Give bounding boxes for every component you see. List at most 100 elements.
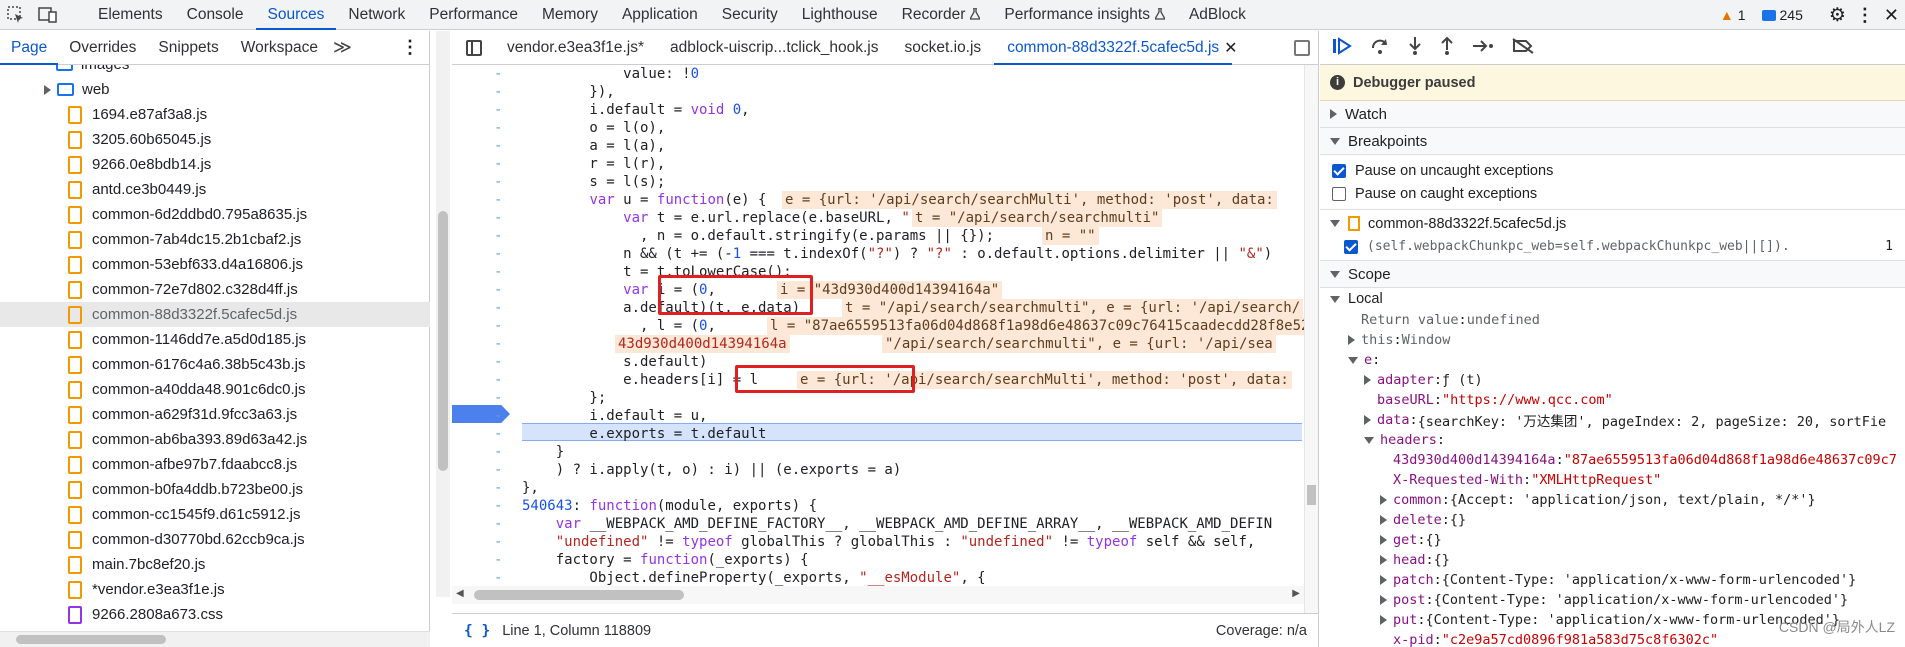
scope-variable[interactable]: get: {} [1320, 530, 1905, 550]
line-gutter[interactable]: - [494, 155, 502, 173]
scope-variable[interactable]: adapter: ƒ (t) [1320, 370, 1905, 390]
pretty-print-icon[interactable]: { } [464, 623, 490, 639]
panel-tab-application[interactable]: Application [610, 0, 710, 30]
deactivate-breakpoints-icon[interactable] [1512, 37, 1534, 58]
breakpoint-file-row[interactable]: common-88d3322f.5cafec5d.js [1330, 212, 1905, 235]
editor-vertical-scrollbar[interactable] [1304, 65, 1318, 613]
editor-tab[interactable]: common-88d3322f.5cafec5d.js [994, 31, 1233, 65]
file-tree-item[interactable]: common-7ab4dc15.2b1cbaf2.js [0, 227, 430, 252]
file-tree-item[interactable]: 9266.0e8bdb14.js [0, 152, 430, 177]
file-tree-item[interactable]: 9266.2808a673.css [0, 602, 430, 627]
line-gutter[interactable]: - [494, 371, 502, 389]
navigator-horizontal-scrollbar[interactable] [0, 631, 430, 647]
scope-variable[interactable]: post: {Content-Type: 'application/x-www-… [1320, 590, 1905, 610]
line-gutter[interactable]: - [494, 425, 502, 443]
panel-tab-sources[interactable]: Sources [255, 0, 337, 30]
device-toolbar-icon[interactable] [32, 0, 64, 30]
line-gutter[interactable]: - [494, 353, 502, 371]
line-gutter[interactable]: - [494, 461, 502, 479]
pause-uncaught-checkbox[interactable] [1332, 163, 1346, 178]
gear-icon[interactable]: ⚙ [1829, 4, 1846, 27]
panel-tab-security[interactable]: Security [710, 0, 790, 30]
line-gutter[interactable]: - [494, 515, 502, 533]
line-gutter[interactable]: - [494, 497, 502, 515]
messages-count[interactable]: 245 [1780, 7, 1803, 23]
file-tree-item[interactable]: common-cc1545f9.d61c5912.js [0, 502, 430, 527]
line-gutter[interactable]: - [494, 263, 502, 281]
warning-count[interactable]: 1 [1738, 7, 1746, 23]
scope-variable[interactable]: 43d930d400d14394164a: "87ae6559513fa06d0… [1320, 450, 1905, 470]
file-tree-item[interactable]: main.7bc8ef20.js [0, 552, 430, 577]
warning-icon[interactable]: ▲ [1720, 7, 1734, 23]
editor-horizontal-scrollbar[interactable]: ◀ ▶ [452, 586, 1304, 604]
coverage-status[interactable]: Coverage: n/a [1216, 623, 1307, 639]
close-tab-icon[interactable]: ✕ [1224, 38, 1237, 58]
pause-uncaught-row[interactable]: Pause on uncaught exceptions [1332, 159, 1905, 182]
scope-variable[interactable]: X-Requested-With: "XMLHttpRequest" [1320, 470, 1905, 490]
nav-tab-page[interactable]: Page [0, 31, 59, 65]
panel-tab-performance-insights[interactable]: Performance insights [992, 0, 1177, 30]
line-gutter[interactable]: - [494, 191, 502, 209]
breakpoint-entry[interactable]: (self.webpackChunkpc_web=self.webpackChu… [1330, 235, 1905, 258]
scope-variable[interactable]: data: {searchKey: '万达集团', pageIndex: 2, … [1320, 410, 1905, 430]
step-out-icon[interactable] [1440, 36, 1454, 60]
line-gutter[interactable]: - [494, 299, 502, 317]
file-tree-item[interactable]: common-a629f31d.9fcc3a63.js [0, 402, 430, 427]
line-gutter[interactable]: - [494, 227, 502, 245]
file-tree-item[interactable]: common-d30770bd.62ccb9ca.js [0, 527, 430, 552]
editor-tab[interactable]: socket.io.js [892, 31, 995, 65]
panel-tab-lighthouse[interactable]: Lighthouse [790, 0, 890, 30]
scope-variable[interactable]: patch: {Content-Type: 'application/x-www… [1320, 570, 1905, 590]
panel-tab-recorder[interactable]: Recorder [890, 0, 993, 30]
line-gutter[interactable]: - [494, 479, 502, 497]
file-tree-item[interactable]: common-72e7d802.c328d4ff.js [0, 277, 430, 302]
scope-variable[interactable]: common: {Accept: 'application/json, text… [1320, 490, 1905, 510]
line-gutter[interactable]: - [494, 83, 502, 101]
line-gutter[interactable]: - [494, 533, 502, 551]
more-tabs-icon[interactable]: ≫ [333, 37, 352, 58]
scope-variable[interactable]: Return value: undefined [1320, 310, 1905, 330]
file-tree-item[interactable]: 3205.60b65045.js [0, 127, 430, 152]
breakpoint-checkbox[interactable] [1344, 239, 1358, 254]
panel-tab-performance[interactable]: Performance [417, 0, 530, 30]
file-tree-item[interactable]: common-6176c4a6.38b5c43b.js [0, 352, 430, 377]
file-tree-item[interactable]: common-53ebf633.d4a16806.js [0, 252, 430, 277]
pause-caught-checkbox[interactable] [1332, 186, 1346, 201]
pause-caught-row[interactable]: Pause on caught exceptions [1332, 182, 1905, 205]
navigator-menu-icon[interactable]: ⋮ [401, 37, 419, 58]
local-scope[interactable]: Local [1320, 288, 1905, 310]
panel-tab-memory[interactable]: Memory [530, 0, 610, 30]
scope-variable[interactable]: this: Window [1320, 330, 1905, 350]
panel-tab-network[interactable]: Network [336, 0, 417, 30]
line-gutter[interactable]: - [494, 389, 502, 407]
watch-section[interactable]: Watch [1320, 101, 1905, 128]
line-gutter[interactable]: - [494, 209, 502, 227]
line-gutter[interactable]: - [494, 173, 502, 191]
scope-variable[interactable]: head: {} [1320, 550, 1905, 570]
line-gutter[interactable]: - [494, 281, 502, 299]
more-options-icon[interactable]: ⋮ [1856, 5, 1874, 26]
scope-variable[interactable]: baseURL: "https://www.qcc.com" [1320, 390, 1905, 410]
file-tree-item[interactable]: web [0, 77, 430, 102]
step-icon[interactable] [1472, 39, 1494, 57]
line-gutter[interactable]: - [494, 551, 502, 569]
nav-tab-snippets[interactable]: Snippets [147, 31, 229, 65]
panel-tab-console[interactable]: Console [175, 0, 256, 30]
inspect-element-icon[interactable] [0, 0, 32, 30]
toggle-navigator-icon[interactable] [466, 39, 482, 56]
file-tree-item[interactable]: antd.ce3b0449.js [0, 177, 430, 202]
navigator-vertical-scrollbar[interactable] [436, 31, 450, 597]
nav-tab-overrides[interactable]: Overrides [58, 31, 147, 65]
step-into-icon[interactable] [1408, 36, 1422, 60]
file-tree-item[interactable]: common-a40dda48.901c6dc0.js [0, 377, 430, 402]
line-gutter[interactable]: - [494, 245, 502, 263]
file-tree-item[interactable]: *vendor.e3ea3f1e.js [0, 577, 430, 602]
panel-tab-adblock[interactable]: AdBlock [1177, 0, 1258, 30]
line-gutter[interactable]: - [494, 101, 502, 119]
editor-tab[interactable]: adblock-uiscrip...tclick_hook.js [657, 31, 891, 65]
file-tree-item[interactable]: common-b0fa4ddb.b723be00.js [0, 477, 430, 502]
file-tree-item[interactable]: common-afbe97b7.fdaabcc8.js [0, 452, 430, 477]
line-gutter[interactable]: - [494, 317, 502, 335]
nav-tab-workspace[interactable]: Workspace [230, 31, 329, 65]
file-tree-item[interactable]: common-ab6ba393.89d63a42.js [0, 427, 430, 452]
